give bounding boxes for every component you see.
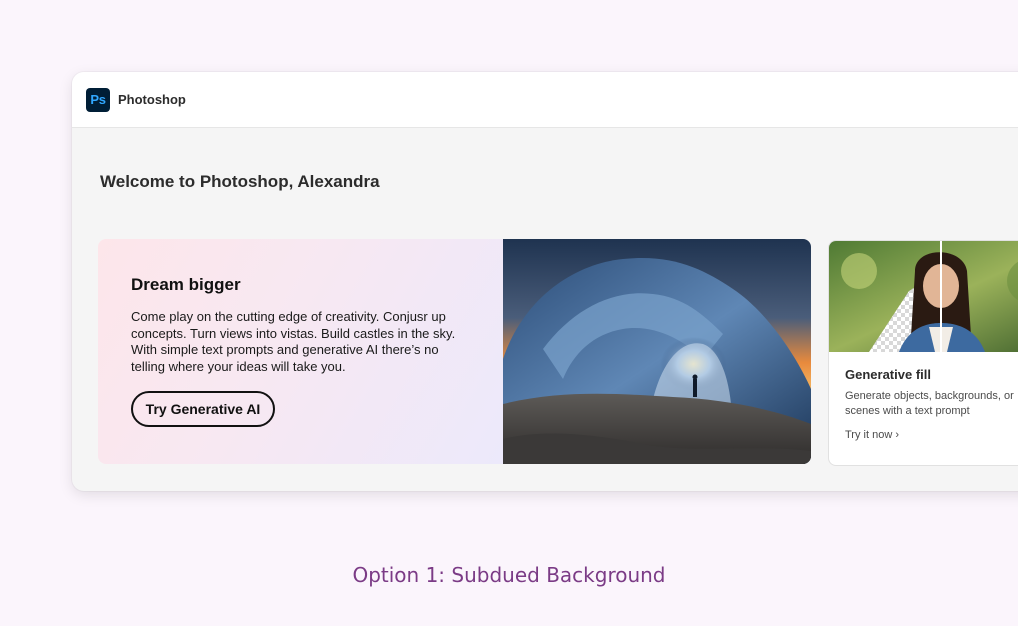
generative-fill-card[interactable]: Generative fill Generate objects, backgr… <box>828 240 1018 466</box>
title-bar: Ps Photoshop <box>72 72 1018 128</box>
try-generative-ai-button[interactable]: Try Generative AI <box>131 391 275 427</box>
ice-cave-image <box>503 239 811 464</box>
welcome-heading: Welcome to Photoshop, Alexandra <box>100 172 380 191</box>
app-window: Ps Photoshop Welcome to Photoshop, Alexa… <box>72 72 1018 491</box>
photoshop-logo-icon: Ps <box>86 87 110 112</box>
chevron-right-icon: › <box>895 429 899 441</box>
card-description: Generate objects, backgrounds, or scenes… <box>845 390 1014 417</box>
hero-description: Come play on the cutting edge of creativ… <box>131 309 456 374</box>
app-name: Photoshop <box>118 92 186 107</box>
hero-text-panel: Dream bigger Come play on the cutting ed… <box>98 239 503 464</box>
try-it-now-link[interactable]: Try it now › <box>845 429 1018 441</box>
try-it-now-label: Try it now <box>845 429 893 441</box>
option-caption: Option 1: Subdued Background <box>352 563 666 587</box>
hero-banner: Dream bigger Come play on the cutting ed… <box>98 239 811 464</box>
portrait-image <box>829 241 1018 352</box>
card-title: Generative fill <box>845 367 931 382</box>
card-body: Generative fill Generate objects, backgr… <box>829 352 1018 456</box>
hero-title: Dream bigger <box>131 275 241 294</box>
